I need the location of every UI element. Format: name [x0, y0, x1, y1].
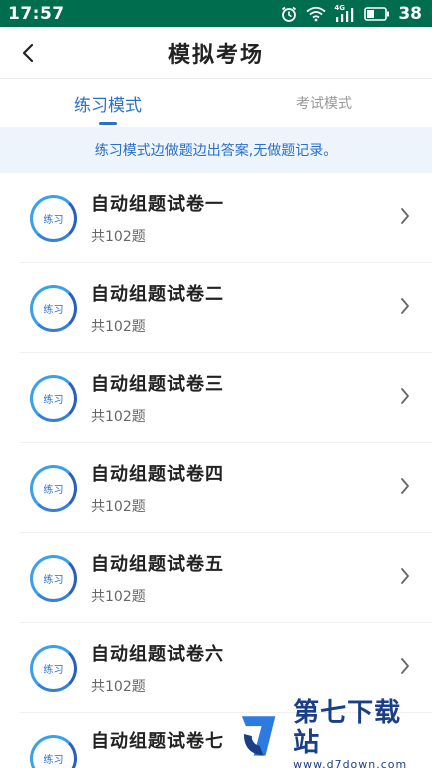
paper-count: 共102题 — [91, 409, 146, 425]
chevron-right-icon — [401, 208, 409, 224]
paper-title: 自动组题试卷七 — [91, 731, 224, 752]
watermark-logo: 第七下载站 www.d7down.com — [236, 698, 426, 768]
page-title: 模拟考场 — [167, 42, 264, 68]
paper-item[interactable]: 练习 自动组题试卷一共102题 — [0, 173, 432, 263]
practice-badge: 练习 — [30, 194, 77, 242]
paper-title: 自动组题试卷二 — [91, 284, 224, 305]
status-time: 17:57 — [8, 3, 65, 24]
chevron-left-icon — [22, 43, 34, 63]
practice-badge: 练习 — [30, 644, 77, 692]
paper-title: 自动组题试卷六 — [91, 644, 224, 665]
signal-icon — [336, 7, 354, 22]
paper-item[interactable]: 练习 自动组题试卷二共102题 — [0, 263, 432, 353]
paper-item[interactable]: 练习 自动组题试卷四共102题 — [0, 443, 432, 533]
battery-icon — [364, 6, 390, 21]
mode-tabs: 练习模式 考试模式 — [0, 79, 432, 127]
tab-practice-mode[interactable]: 练习模式 — [0, 79, 216, 127]
watermark-title: 第七下载站 — [293, 697, 402, 758]
battery-level: 38 — [398, 3, 422, 24]
paper-count: 共102题 — [91, 499, 146, 515]
notice-text: 练习模式边做题边出答案,无做题记录。 — [94, 143, 338, 159]
practice-badge: 练习 — [30, 464, 77, 512]
chevron-right-icon — [401, 568, 409, 584]
signal-indicator: 4G — [334, 4, 356, 23]
nav-bar: 模拟考场 — [0, 27, 432, 79]
watermark-url: www.d7down.com — [293, 757, 408, 768]
chevron-right-icon — [401, 478, 409, 494]
chevron-right-icon — [401, 388, 409, 404]
paper-title: 自动组题试卷五 — [91, 554, 224, 575]
tab-label: 练习模式 — [74, 95, 142, 116]
tab-active-indicator — [99, 122, 117, 125]
status-bar: 17:57 4G 38 — [0, 0, 432, 27]
paper-count: 共102题 — [91, 589, 146, 605]
paper-list: 练习 自动组题试卷一 共102题 练习 自动组题试卷二 共102题 练习 自动组题试… — [0, 173, 432, 768]
chevron-right-icon — [401, 658, 409, 674]
tab-label: 考试模式 — [296, 96, 352, 112]
back-button[interactable] — [14, 39, 42, 67]
tab-exam-mode[interactable]: 考试模式 — [216, 79, 432, 127]
paper-count: 共102题 — [91, 679, 146, 695]
paper-count: 共102题 — [91, 319, 146, 335]
d7-logo-icon — [241, 716, 276, 756]
alarm-icon — [282, 6, 297, 22]
paper-item[interactable]: 练习 自动组题试卷三共102题 — [0, 353, 432, 443]
practice-badge: 练习 — [30, 374, 77, 422]
practice-badge: 练习 — [30, 554, 77, 602]
mode-notice: 练习模式边做题边出答案,无做题记录。 — [0, 127, 432, 173]
wifi-icon — [306, 6, 326, 21]
paper-title: 自动组题试卷三 — [91, 374, 224, 395]
practice-badge: 练习 — [30, 284, 77, 332]
practice-badge: 练习 — [30, 735, 77, 768]
status-icons: 4G 38 — [280, 4, 422, 24]
paper-item[interactable]: 练习 自动组题试卷五共102题 — [0, 533, 432, 623]
paper-count: 共102题 — [91, 229, 146, 245]
chevron-right-icon — [401, 298, 409, 314]
paper-title: 自动组题试卷四 — [91, 464, 224, 485]
paper-title: 自动组题试卷一 — [91, 194, 224, 215]
